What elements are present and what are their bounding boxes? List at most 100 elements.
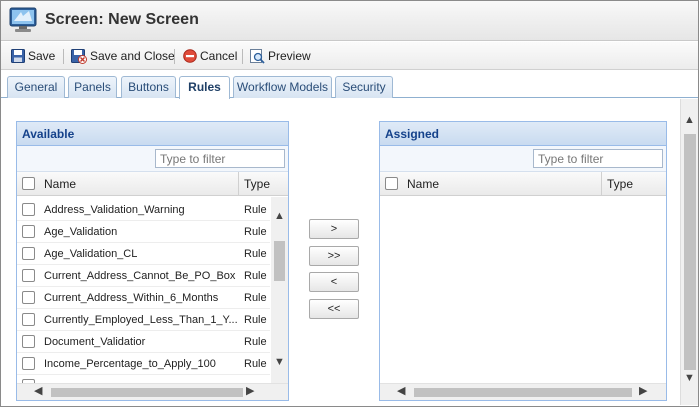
preview-label: Preview — [268, 49, 311, 63]
row-type: Rule — [244, 248, 267, 260]
available-filter-input[interactable] — [155, 149, 285, 168]
page-vertical-scrollbar[interactable]: ▲ ▼ — [680, 99, 698, 405]
assigned-panel-title: Assigned — [380, 122, 666, 146]
available-select-all-checkbox[interactable] — [22, 177, 35, 190]
rules-tab-content: Available Name Type Address_Validation_W… — [1, 99, 680, 405]
assigned-filter-input[interactable] — [533, 149, 663, 168]
available-row[interactable]: Address_Validation_Warning Rule — [17, 199, 270, 221]
row-name: Income_Percentage_to_Apply_100 — [44, 358, 216, 370]
available-vertical-scrollbar[interactable]: ▲ ▼ — [271, 197, 288, 383]
tab-panels[interactable]: Panels — [68, 76, 117, 98]
row-checkbox[interactable] — [22, 291, 35, 304]
toolbar-divider — [174, 49, 175, 64]
available-horizontal-scrollbar[interactable]: ◀ ▶ — [17, 383, 288, 400]
row-type: Rule — [244, 314, 267, 326]
move-all-left-button[interactable]: << — [309, 299, 359, 319]
screen-monitor-icon — [9, 7, 37, 33]
row-checkbox[interactable] — [22, 225, 35, 238]
available-grid-header: Name Type — [17, 172, 288, 196]
tab-workflow-models[interactable]: Workflow Models — [233, 76, 332, 98]
scroll-thumb[interactable] — [274, 241, 285, 281]
assigned-horizontal-scrollbar[interactable]: ◀ ▶ — [380, 383, 666, 400]
tab-rules[interactable]: Rules — [179, 76, 230, 99]
cancel-label: Cancel — [200, 49, 238, 63]
scroll-down-arrow-icon[interactable]: ▼ — [684, 373, 695, 384]
scroll-right-arrow-icon[interactable]: ▶ — [246, 386, 254, 397]
scroll-up-arrow-icon[interactable]: ▲ — [274, 211, 285, 222]
tab-security[interactable]: Security — [335, 76, 393, 98]
available-row[interactable]: Current_Address_Cannot_Be_PO_Box Rule — [17, 265, 270, 287]
save-and-close-button[interactable]: Save and Close — [71, 47, 175, 65]
row-type: Rule — [244, 270, 267, 282]
row-type: Rule — [244, 204, 267, 216]
row-name: Currently_Employed_Less_Than_1_Y... — [44, 314, 238, 326]
row-checkbox[interactable] — [22, 335, 35, 348]
row-checkbox[interactable] — [22, 357, 35, 370]
tab-buttons[interactable]: Buttons — [121, 76, 176, 98]
available-row[interactable]: Document_Validatior Rule — [17, 331, 270, 353]
available-filter-row — [17, 146, 288, 172]
save-close-icon — [71, 48, 87, 64]
preview-button[interactable]: Preview — [250, 47, 311, 65]
assigned-name-column-header[interactable]: Name — [407, 177, 439, 191]
move-all-right-button[interactable]: >> — [309, 246, 359, 266]
save-and-close-label: Save and Close — [90, 49, 175, 63]
row-type: Rule — [244, 292, 267, 304]
cancel-icon — [183, 49, 197, 63]
tab-bar: General Panels Buttons Rules Workflow Mo… — [1, 71, 698, 99]
title-bar: Screen: New Screen — [1, 1, 698, 41]
available-row-partial[interactable] — [17, 375, 270, 383]
assigned-rows — [380, 197, 666, 383]
save-button[interactable]: Save — [11, 47, 55, 65]
floppy-disk-icon — [11, 49, 25, 63]
row-checkbox[interactable] — [22, 269, 35, 282]
assigned-select-all-checkbox[interactable] — [385, 177, 398, 190]
scroll-down-arrow-icon[interactable]: ▼ — [274, 357, 285, 368]
available-name-column-header[interactable]: Name — [44, 177, 76, 191]
available-row[interactable]: Income_Percentage_to_Apply_100 Rule — [17, 353, 270, 375]
column-divider — [601, 172, 602, 196]
toolbar-divider — [242, 49, 243, 64]
row-name: Age_Validation_CL — [44, 248, 138, 260]
scroll-thumb[interactable] — [51, 388, 243, 397]
row-checkbox[interactable] — [22, 203, 35, 216]
available-row[interactable]: Currently_Employed_Less_Than_1_Y... Rule — [17, 309, 270, 331]
scroll-up-arrow-icon[interactable]: ▲ — [684, 115, 695, 126]
row-name: Current_Address_Cannot_Be_PO_Box — [44, 270, 236, 282]
row-type: Rule — [244, 336, 267, 348]
available-row[interactable]: Age_Validation Rule — [17, 221, 270, 243]
row-checkbox[interactable] — [22, 313, 35, 326]
row-type: Rule — [244, 358, 267, 370]
available-rows: Address_Validation_Warning Rule Age_Vali… — [17, 197, 288, 383]
scroll-thumb[interactable] — [684, 134, 696, 370]
row-name: Document_Validatior — [44, 336, 146, 348]
assigned-panel: Assigned Name Type ◀ ▶ — [379, 121, 667, 401]
row-type: Rule — [244, 226, 267, 238]
tab-general[interactable]: General — [7, 76, 65, 98]
available-row[interactable]: Current_Address_Within_6_Months Rule — [17, 287, 270, 309]
available-panel: Available Name Type Address_Validation_W… — [16, 121, 289, 401]
toolbar: Save Save and Close Cancel Preview — [1, 42, 698, 70]
scroll-left-arrow-icon[interactable]: ◀ — [397, 386, 405, 397]
row-name: Age_Validation — [44, 226, 118, 238]
row-checkbox[interactable] — [22, 247, 35, 260]
cancel-button[interactable]: Cancel — [183, 47, 237, 65]
scroll-left-arrow-icon[interactable]: ◀ — [34, 386, 42, 397]
row-name: Current_Address_Within_6_Months — [44, 292, 219, 304]
assigned-grid-header: Name Type — [380, 172, 666, 196]
move-left-button[interactable]: < — [309, 272, 359, 292]
window-title: Screen: New Screen — [45, 11, 199, 28]
scroll-thumb[interactable] — [414, 388, 632, 397]
assigned-type-column-header[interactable]: Type — [607, 177, 633, 191]
toolbar-divider — [63, 49, 64, 64]
column-divider — [238, 172, 239, 196]
preview-icon — [250, 48, 265, 64]
available-row[interactable]: Age_Validation_CL Rule — [17, 243, 270, 265]
scroll-right-arrow-icon[interactable]: ▶ — [639, 386, 647, 397]
move-right-button[interactable]: > — [309, 219, 359, 239]
available-type-column-header[interactable]: Type — [244, 177, 270, 191]
assigned-filter-row — [380, 146, 666, 172]
save-label: Save — [28, 49, 56, 63]
available-panel-title: Available — [17, 122, 288, 146]
screen-editor-window: Screen: New Screen Save Save and Close C… — [0, 0, 699, 407]
